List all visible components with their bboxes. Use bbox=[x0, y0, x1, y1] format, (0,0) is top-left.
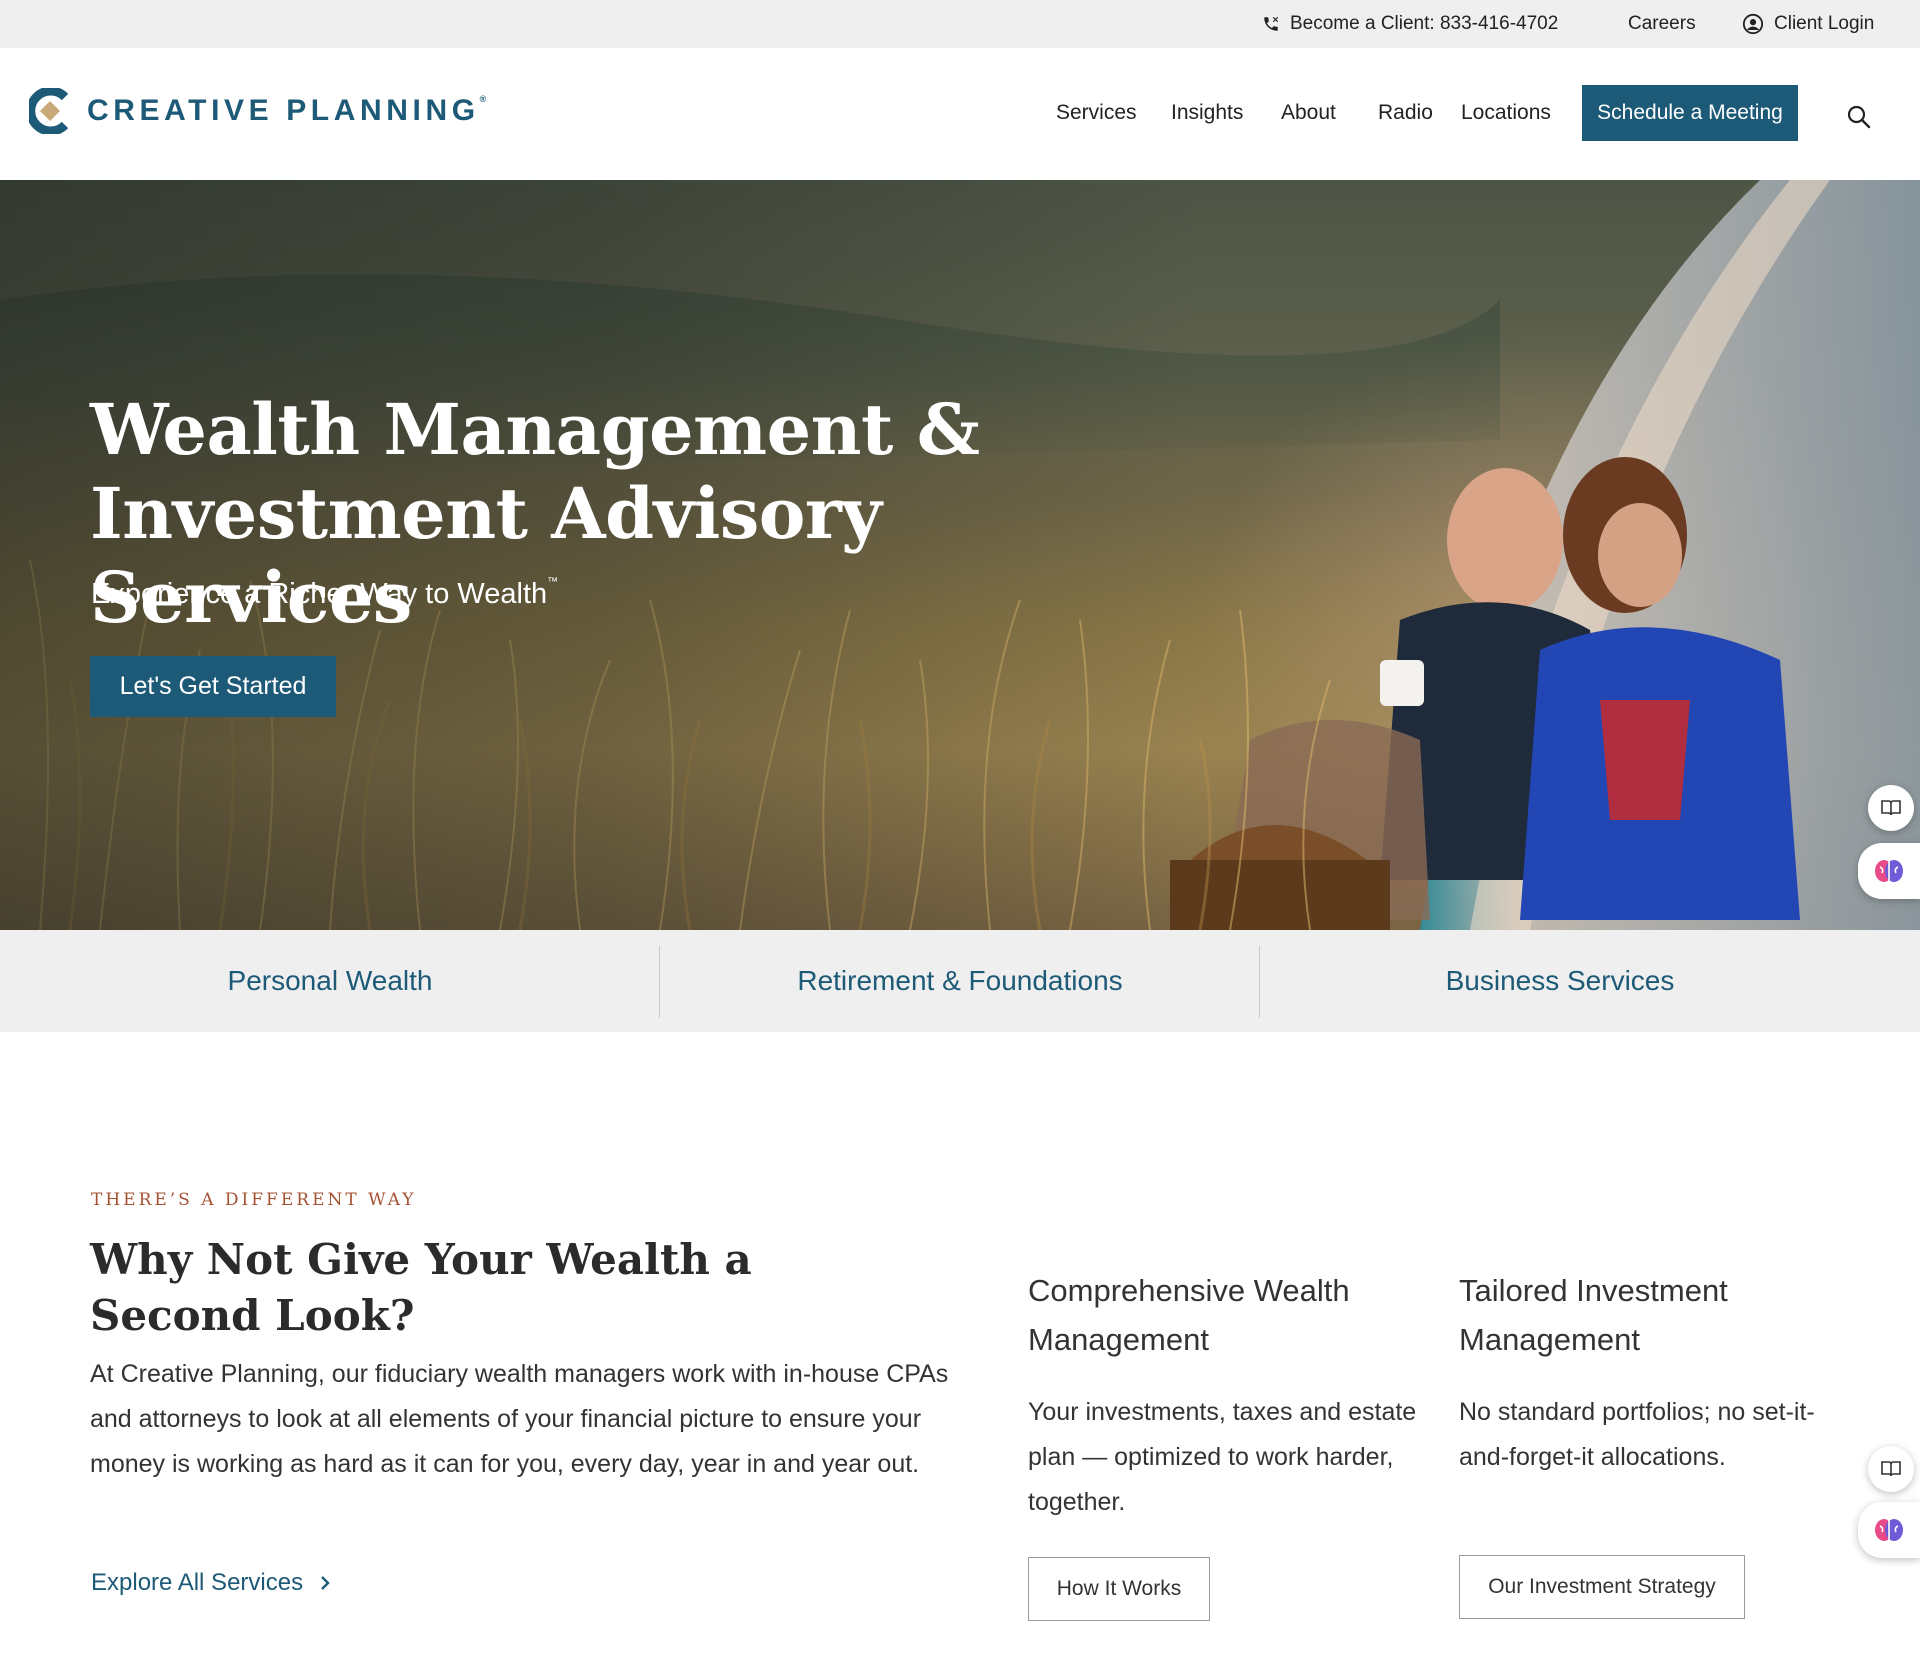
nav-insights[interactable]: Insights bbox=[1171, 101, 1243, 125]
book-icon bbox=[1881, 800, 1901, 816]
ai-assistant-button[interactable] bbox=[1858, 843, 1920, 899]
category-personal-wealth[interactable]: Personal Wealth bbox=[0, 930, 660, 1032]
become-client-phone-link[interactable]: Become a Client: 833-416-4702 bbox=[1262, 13, 1558, 35]
chevron-right-icon bbox=[321, 1576, 330, 1590]
reader-widget-button[interactable] bbox=[1868, 785, 1914, 831]
search-icon bbox=[1847, 105, 1871, 129]
client-login-link[interactable]: Client Login bbox=[1742, 13, 1874, 35]
nav-radio[interactable]: Radio bbox=[1378, 101, 1433, 125]
get-started-button[interactable]: Let's Get Started bbox=[90, 656, 336, 717]
user-circle-icon bbox=[1742, 13, 1764, 35]
utility-bar: Become a Client: 833-416-4702 Careers Cl… bbox=[0, 0, 1920, 48]
category-business-services[interactable]: Business Services bbox=[1260, 930, 1860, 1032]
explore-all-services-link[interactable]: Explore All Services bbox=[91, 1569, 331, 1597]
hero-banner: Wealth Management & Investment Advisory … bbox=[0, 180, 1920, 930]
trademark-mark: ™ bbox=[547, 576, 559, 588]
book-icon bbox=[1881, 1461, 1901, 1477]
section-title: Why Not Give Your Wealth a Second Look? bbox=[90, 1235, 752, 1340]
main-header: CREATIVE PLANNING® Services Insights Abo… bbox=[0, 48, 1920, 180]
reader-widget-button-2[interactable] bbox=[1868, 1446, 1914, 1492]
hero-title-line1: Wealth Management & bbox=[90, 388, 980, 471]
comprehensive-wealth-body: Your investments, taxes and estate plan … bbox=[1028, 1398, 1417, 1516]
nav-about[interactable]: About bbox=[1281, 101, 1336, 125]
nav-services[interactable]: Services bbox=[1056, 101, 1137, 125]
logo-registered-mark: ® bbox=[479, 94, 487, 104]
brain-icon bbox=[1875, 1519, 1903, 1541]
tailored-investment-body: No standard portfolios; no set-it-and-fo… bbox=[1459, 1398, 1815, 1471]
search-button[interactable] bbox=[1846, 104, 1872, 130]
logo-mark-icon bbox=[29, 88, 69, 134]
logo-text: CREATIVE PLANNING® bbox=[87, 94, 486, 128]
hero-subtitle: Experience a Richer Way to Wealth™ bbox=[91, 576, 559, 611]
section-eyebrow: THERE’S A DIFFERENT WAY bbox=[91, 1190, 417, 1210]
phone-icon bbox=[1262, 15, 1280, 33]
how-it-works-button[interactable]: How It Works bbox=[1028, 1557, 1210, 1621]
brain-icon bbox=[1875, 860, 1903, 882]
careers-link[interactable]: Careers bbox=[1628, 13, 1696, 35]
schedule-meeting-button[interactable]: Schedule a Meeting bbox=[1582, 85, 1798, 141]
hero-subtitle-text: Experience a Richer Way to Wealth bbox=[91, 578, 548, 610]
hero-title-line2: Investment Advisory Services bbox=[90, 472, 882, 639]
investment-strategy-button[interactable]: Our Investment Strategy bbox=[1459, 1555, 1745, 1619]
careers-label: Careers bbox=[1628, 13, 1696, 34]
category-retirement-foundations[interactable]: Retirement & Foundations bbox=[660, 930, 1260, 1032]
phone-label: Become a Client: 833-416-4702 bbox=[1290, 13, 1559, 34]
logo-wordmark: CREATIVE PLANNING bbox=[87, 94, 480, 127]
creative-planning-logo[interactable]: CREATIVE PLANNING® bbox=[29, 88, 486, 134]
nav-locations[interactable]: Locations bbox=[1461, 101, 1551, 125]
tailored-investment-title: Tailored Investment Management bbox=[1459, 1273, 1728, 1357]
section-body: At Creative Planning, our fiduciary weal… bbox=[90, 1360, 949, 1478]
comprehensive-wealth-title: Comprehensive Wealth Management bbox=[1028, 1273, 1350, 1357]
explore-link-label: Explore All Services bbox=[91, 1569, 304, 1596]
service-category-strip: Personal Wealth Retirement & Foundations… bbox=[0, 930, 1920, 1032]
client-login-label: Client Login bbox=[1774, 13, 1875, 34]
ai-assistant-button-2[interactable] bbox=[1858, 1502, 1920, 1558]
